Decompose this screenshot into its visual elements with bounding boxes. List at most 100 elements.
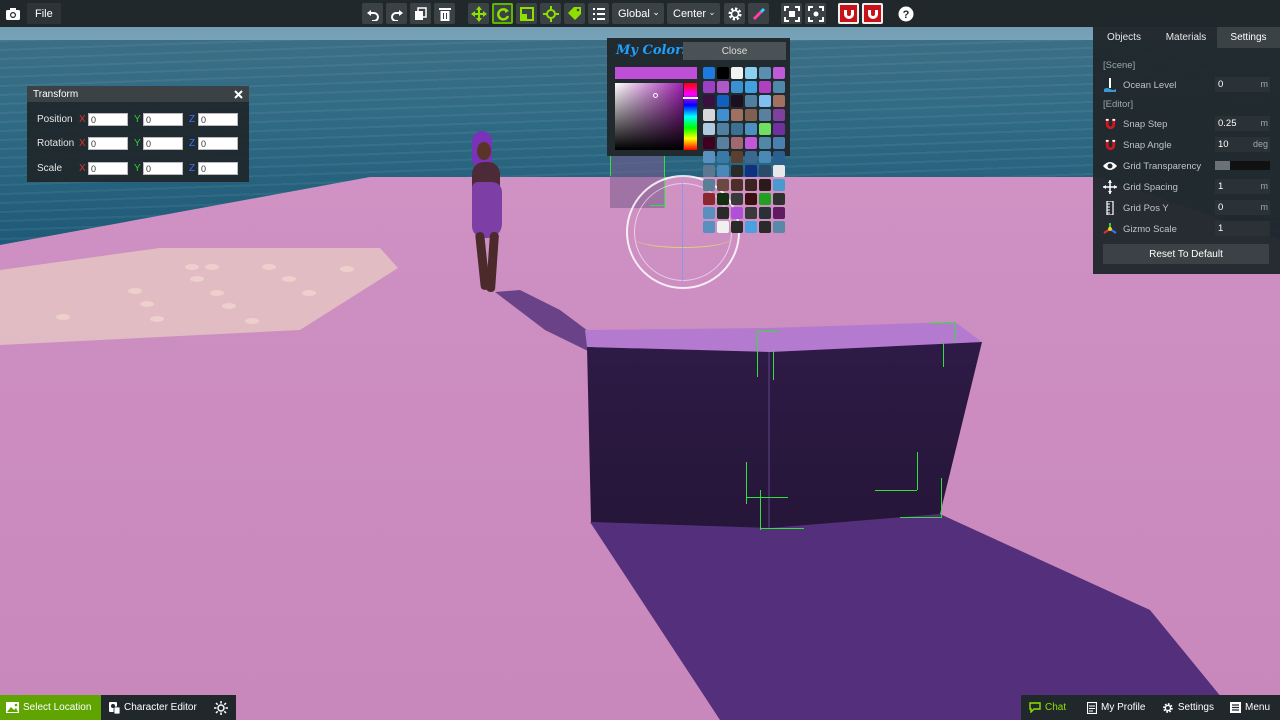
color-swatch[interactable] — [717, 207, 729, 219]
color-swatch[interactable] — [773, 165, 785, 177]
color-swatch[interactable] — [773, 95, 785, 107]
color-swatch[interactable] — [773, 81, 785, 93]
color-swatch[interactable] — [703, 179, 715, 191]
close-colors-button[interactable]: Close — [683, 42, 786, 60]
color-swatch[interactable] — [759, 67, 771, 79]
color-swatch[interactable] — [759, 207, 771, 219]
scale-y-input[interactable]: 0 — [143, 162, 183, 175]
focus-button[interactable] — [781, 3, 802, 24]
rotate-gizmo-axis[interactable] — [682, 183, 683, 281]
color-swatch[interactable] — [717, 137, 729, 149]
multi-tool-button[interactable] — [540, 3, 561, 24]
color-swatch[interactable] — [759, 221, 771, 233]
reset-to-default-button[interactable]: Reset To Default — [1103, 244, 1269, 264]
color-swatch[interactable] — [745, 165, 757, 177]
color-swatch[interactable] — [773, 137, 785, 149]
color-swatch[interactable] — [745, 95, 757, 107]
redo-button[interactable] — [386, 3, 407, 24]
close-icon[interactable] — [234, 89, 243, 99]
frame-button[interactable] — [805, 3, 826, 24]
color-swatch[interactable] — [717, 151, 729, 163]
position-x-input[interactable]: 0 — [88, 113, 128, 126]
color-swatch[interactable] — [717, 179, 729, 191]
color-swatch[interactable] — [717, 95, 729, 107]
color-swatch[interactable] — [731, 123, 743, 135]
color-swatch[interactable] — [745, 137, 757, 149]
color-swatch[interactable] — [703, 193, 715, 205]
menu-button[interactable]: Menu — [1222, 695, 1280, 720]
color-picker-cursor[interactable] — [653, 93, 658, 98]
move-tool-button[interactable] — [468, 3, 489, 24]
color-swatch[interactable] — [773, 207, 785, 219]
color-swatch[interactable] — [703, 151, 715, 163]
color-swatch[interactable] — [731, 109, 743, 121]
delete-button[interactable] — [434, 3, 455, 24]
snap-step-input[interactable]: 0.25 m — [1215, 116, 1270, 131]
transform-panel-header[interactable]: Transform — [27, 86, 249, 102]
color-swatch[interactable] — [759, 81, 771, 93]
color-swatch[interactable] — [703, 165, 715, 177]
color-swatch[interactable] — [717, 109, 729, 121]
color-swatch[interactable] — [703, 137, 715, 149]
my-profile-button[interactable]: My Profile — [1079, 695, 1154, 720]
current-color-swatch[interactable] — [615, 67, 697, 79]
color-swatch[interactable] — [745, 193, 757, 205]
color-swatch[interactable] — [773, 109, 785, 121]
snap-position-button[interactable] — [838, 3, 859, 24]
color-swatch[interactable] — [759, 193, 771, 205]
color-swatch[interactable] — [731, 67, 743, 79]
character-editor-button[interactable]: Character Editor — [101, 695, 206, 720]
color-swatch[interactable] — [745, 109, 757, 121]
grid-transparency-slider[interactable] — [1215, 161, 1270, 170]
color-swatch[interactable] — [731, 165, 743, 177]
color-swatch[interactable] — [731, 137, 743, 149]
snap-rotation-button[interactable] — [862, 3, 883, 24]
color-swatch[interactable] — [717, 221, 729, 233]
hue-slider-handle[interactable] — [683, 97, 698, 99]
rotation-x-input[interactable]: 0 — [88, 137, 128, 150]
pivot-dropdown[interactable]: Center — [667, 3, 720, 24]
color-swatch[interactable] — [759, 151, 771, 163]
color-swatch[interactable] — [703, 123, 715, 135]
color-swatch[interactable] — [731, 151, 743, 163]
tab-objects[interactable]: Objects — [1093, 27, 1155, 48]
tab-materials[interactable]: Materials — [1155, 27, 1217, 48]
undo-button[interactable] — [362, 3, 383, 24]
color-swatch[interactable] — [731, 81, 743, 93]
color-picker-button[interactable] — [748, 3, 769, 24]
color-swatch[interactable] — [773, 123, 785, 135]
color-swatch[interactable] — [703, 109, 715, 121]
color-swatch[interactable] — [773, 221, 785, 233]
ocean-level-input[interactable]: 0m — [1215, 77, 1270, 92]
color-swatch[interactable] — [745, 221, 757, 233]
color-swatch[interactable] — [745, 67, 757, 79]
color-swatch[interactable] — [731, 95, 743, 107]
color-swatch[interactable] — [703, 221, 715, 233]
color-swatch[interactable] — [745, 151, 757, 163]
settings-gear-button[interactable] — [724, 3, 745, 24]
color-swatch[interactable] — [759, 109, 771, 121]
color-swatch[interactable] — [703, 207, 715, 219]
scale-x-input[interactable]: 0 — [88, 162, 128, 175]
color-swatch[interactable] — [773, 151, 785, 163]
color-swatch[interactable] — [759, 165, 771, 177]
position-y-input[interactable]: 0 — [143, 113, 183, 126]
snap-angle-input[interactable]: 10 deg — [1215, 137, 1270, 152]
color-swatch[interactable] — [731, 179, 743, 191]
color-swatch[interactable] — [731, 221, 743, 233]
color-swatch[interactable] — [759, 95, 771, 107]
color-swatch[interactable] — [717, 193, 729, 205]
position-z-input[interactable]: 0 — [198, 113, 238, 126]
space-dropdown[interactable]: Global — [612, 3, 664, 24]
color-swatch[interactable] — [703, 67, 715, 79]
color-swatch[interactable] — [717, 81, 729, 93]
chat-button[interactable]: Chat — [1021, 695, 1079, 720]
list-button[interactable] — [588, 3, 609, 24]
color-swatch[interactable] — [745, 207, 757, 219]
color-swatch[interactable] — [717, 165, 729, 177]
help-button[interactable]: ? — [895, 3, 916, 24]
rotate-tool-button[interactable] — [492, 3, 513, 24]
saturation-value-picker[interactable] — [615, 83, 683, 150]
color-swatch[interactable] — [759, 179, 771, 191]
color-swatch[interactable] — [703, 81, 715, 93]
